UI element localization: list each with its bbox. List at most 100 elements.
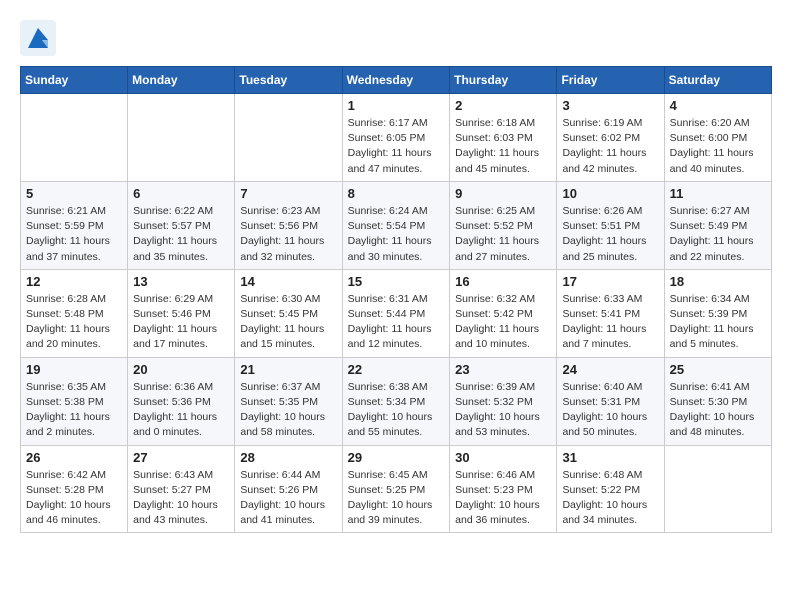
day-info-31: Sunrise: 6:48 AM Sunset: 5:22 PM Dayligh… [562,468,658,529]
day-number-30: 30 [455,450,551,465]
week-row-3: 12 Sunrise: 6:28 AM Sunset: 5:48 PM Dayli… [21,269,772,357]
empty-cell [664,445,771,533]
day-number-22: 22 [348,362,445,377]
day-info-15: Sunrise: 6:31 AM Sunset: 5:44 PM Dayligh… [348,292,445,353]
day-number-5: 5 [26,186,122,201]
day-number-15: 15 [348,274,445,289]
day-info-14: Sunrise: 6:30 AM Sunset: 5:45 PM Dayligh… [240,292,336,353]
day-info-24: Sunrise: 6:40 AM Sunset: 5:31 PM Dayligh… [562,380,658,441]
day-number-7: 7 [240,186,336,201]
day-number-2: 2 [455,98,551,113]
day-info-19: Sunrise: 6:35 AM Sunset: 5:38 PM Dayligh… [26,380,122,441]
day-info-11: Sunrise: 6:27 AM Sunset: 5:49 PM Dayligh… [670,204,766,265]
day-number-12: 12 [26,274,122,289]
page-header [20,20,772,56]
day-info-29: Sunrise: 6:45 AM Sunset: 5:25 PM Dayligh… [348,468,445,529]
day-info-7: Sunrise: 6:23 AM Sunset: 5:56 PM Dayligh… [240,204,336,265]
day-cell-12: 12 Sunrise: 6:28 AM Sunset: 5:48 PM Dayli… [21,269,128,357]
logo-icon [20,20,56,56]
week-row-5: 26 Sunrise: 6:42 AM Sunset: 5:28 PM Dayli… [21,445,772,533]
day-number-4: 4 [670,98,766,113]
day-number-27: 27 [133,450,229,465]
day-cell-24: 24 Sunrise: 6:40 AM Sunset: 5:31 PM Dayli… [557,357,664,445]
day-cell-6: 6 Sunrise: 6:22 AM Sunset: 5:57 PM Daylig… [128,181,235,269]
day-info-10: Sunrise: 6:26 AM Sunset: 5:51 PM Dayligh… [562,204,658,265]
weekday-header-saturday: Saturday [664,67,771,94]
day-info-21: Sunrise: 6:37 AM Sunset: 5:35 PM Dayligh… [240,380,336,441]
day-cell-9: 9Sunrise: 6:25 AM Sunset: 5:52 PM Daylig… [450,181,557,269]
day-number-19: 19 [26,362,122,377]
day-number-14: 14 [240,274,336,289]
day-info-26: Sunrise: 6:42 AM Sunset: 5:28 PM Dayligh… [26,468,122,529]
day-info-13: Sunrise: 6:29 AM Sunset: 5:46 PM Dayligh… [133,292,229,353]
day-number-24: 24 [562,362,658,377]
day-cell-2: 2 Sunrise: 6:18 AM Sunset: 6:03 PM Daylig… [450,94,557,182]
day-info-5: Sunrise: 6:21 AM Sunset: 5:59 PM Dayligh… [26,204,122,265]
weekday-header-thursday: Thursday [450,67,557,94]
day-number-10: 10 [562,186,658,201]
day-number-6: 6 [133,186,229,201]
weekday-header-sunday: Sunday [21,67,128,94]
weekday-header-friday: Friday [557,67,664,94]
day-info-25: Sunrise: 6:41 AM Sunset: 5:30 PM Dayligh… [670,380,766,441]
day-number-13: 13 [133,274,229,289]
day-cell-5: 5 Sunrise: 6:21 AM Sunset: 5:59 PM Daylig… [21,181,128,269]
day-number-18: 18 [670,274,766,289]
week-row-4: 19 Sunrise: 6:35 AM Sunset: 5:38 PM Dayli… [21,357,772,445]
day-info-23: Sunrise: 6:39 AM Sunset: 5:32 PM Dayligh… [455,380,551,441]
weekday-header-tuesday: Tuesday [235,67,342,94]
day-info-2: Sunrise: 6:18 AM Sunset: 6:03 PM Dayligh… [455,116,551,177]
day-info-12: Sunrise: 6:28 AM Sunset: 5:48 PM Dayligh… [26,292,122,353]
day-info-20: Sunrise: 6:36 AM Sunset: 5:36 PM Dayligh… [133,380,229,441]
day-number-3: 3 [562,98,658,113]
day-number-28: 28 [240,450,336,465]
day-info-27: Sunrise: 6:43 AM Sunset: 5:27 PM Dayligh… [133,468,229,529]
day-cell-16: 16 Sunrise: 6:32 AM Sunset: 5:42 PM Dayli… [450,269,557,357]
day-info-9: Sunrise: 6:25 AM Sunset: 5:52 PM Dayligh… [455,204,551,265]
day-number-20: 20 [133,362,229,377]
day-cell-10: 10 Sunrise: 6:26 AM Sunset: 5:51 PM Dayli… [557,181,664,269]
week-row-1: 1 Sunrise: 6:17 AM Sunset: 6:05 PM Daylig… [21,94,772,182]
day-cell-26: 26 Sunrise: 6:42 AM Sunset: 5:28 PM Dayli… [21,445,128,533]
day-info-6: Sunrise: 6:22 AM Sunset: 5:57 PM Dayligh… [133,204,229,265]
day-cell-8: 8 Sunrise: 6:24 AM Sunset: 5:54 PM Daylig… [342,181,450,269]
day-number-21: 21 [240,362,336,377]
empty-cell [235,94,342,182]
day-info-3: Sunrise: 6:19 AM Sunset: 6:02 PM Dayligh… [562,116,658,177]
day-cell-23: 23Sunrise: 6:39 AM Sunset: 5:32 PM Dayli… [450,357,557,445]
day-cell-30: 30 Sunrise: 6:46 AM Sunset: 5:23 PM Dayli… [450,445,557,533]
day-info-1: Sunrise: 6:17 AM Sunset: 6:05 PM Dayligh… [348,116,445,177]
weekday-header-row: SundayMondayTuesdayWednesdayThursdayFrid… [21,67,772,94]
day-cell-7: 7 Sunrise: 6:23 AM Sunset: 5:56 PM Daylig… [235,181,342,269]
day-cell-22: 22 Sunrise: 6:38 AM Sunset: 5:34 PM Dayli… [342,357,450,445]
day-info-8: Sunrise: 6:24 AM Sunset: 5:54 PM Dayligh… [348,204,445,265]
day-cell-27: 27 Sunrise: 6:43 AM Sunset: 5:27 PM Dayli… [128,445,235,533]
day-cell-13: 13 Sunrise: 6:29 AM Sunset: 5:46 PM Dayli… [128,269,235,357]
day-number-11: 11 [670,186,766,201]
week-row-2: 5 Sunrise: 6:21 AM Sunset: 5:59 PM Daylig… [21,181,772,269]
weekday-header-monday: Monday [128,67,235,94]
day-number-16: 16 [455,274,551,289]
day-number-8: 8 [348,186,445,201]
calendar-table: SundayMondayTuesdayWednesdayThursdayFrid… [20,66,772,533]
day-cell-11: 11 Sunrise: 6:27 AM Sunset: 5:49 PM Dayli… [664,181,771,269]
day-cell-21: 21 Sunrise: 6:37 AM Sunset: 5:35 PM Dayli… [235,357,342,445]
day-cell-3: 3 Sunrise: 6:19 AM Sunset: 6:02 PM Daylig… [557,94,664,182]
day-cell-28: 28 Sunrise: 6:44 AM Sunset: 5:26 PM Dayli… [235,445,342,533]
day-number-26: 26 [26,450,122,465]
day-cell-29: 29 Sunrise: 6:45 AM Sunset: 5:25 PM Dayli… [342,445,450,533]
day-info-30: Sunrise: 6:46 AM Sunset: 5:23 PM Dayligh… [455,468,551,529]
day-info-22: Sunrise: 6:38 AM Sunset: 5:34 PM Dayligh… [348,380,445,441]
day-number-17: 17 [562,274,658,289]
day-info-16: Sunrise: 6:32 AM Sunset: 5:42 PM Dayligh… [455,292,551,353]
empty-cell [21,94,128,182]
empty-cell [128,94,235,182]
day-cell-1: 1 Sunrise: 6:17 AM Sunset: 6:05 PM Daylig… [342,94,450,182]
day-info-28: Sunrise: 6:44 AM Sunset: 5:26 PM Dayligh… [240,468,336,529]
day-info-17: Sunrise: 6:33 AM Sunset: 5:41 PM Dayligh… [562,292,658,353]
day-cell-15: 15 Sunrise: 6:31 AM Sunset: 5:44 PM Dayli… [342,269,450,357]
day-number-1: 1 [348,98,445,113]
day-number-29: 29 [348,450,445,465]
day-number-25: 25 [670,362,766,377]
day-cell-18: 18Sunrise: 6:34 AM Sunset: 5:39 PM Dayli… [664,269,771,357]
